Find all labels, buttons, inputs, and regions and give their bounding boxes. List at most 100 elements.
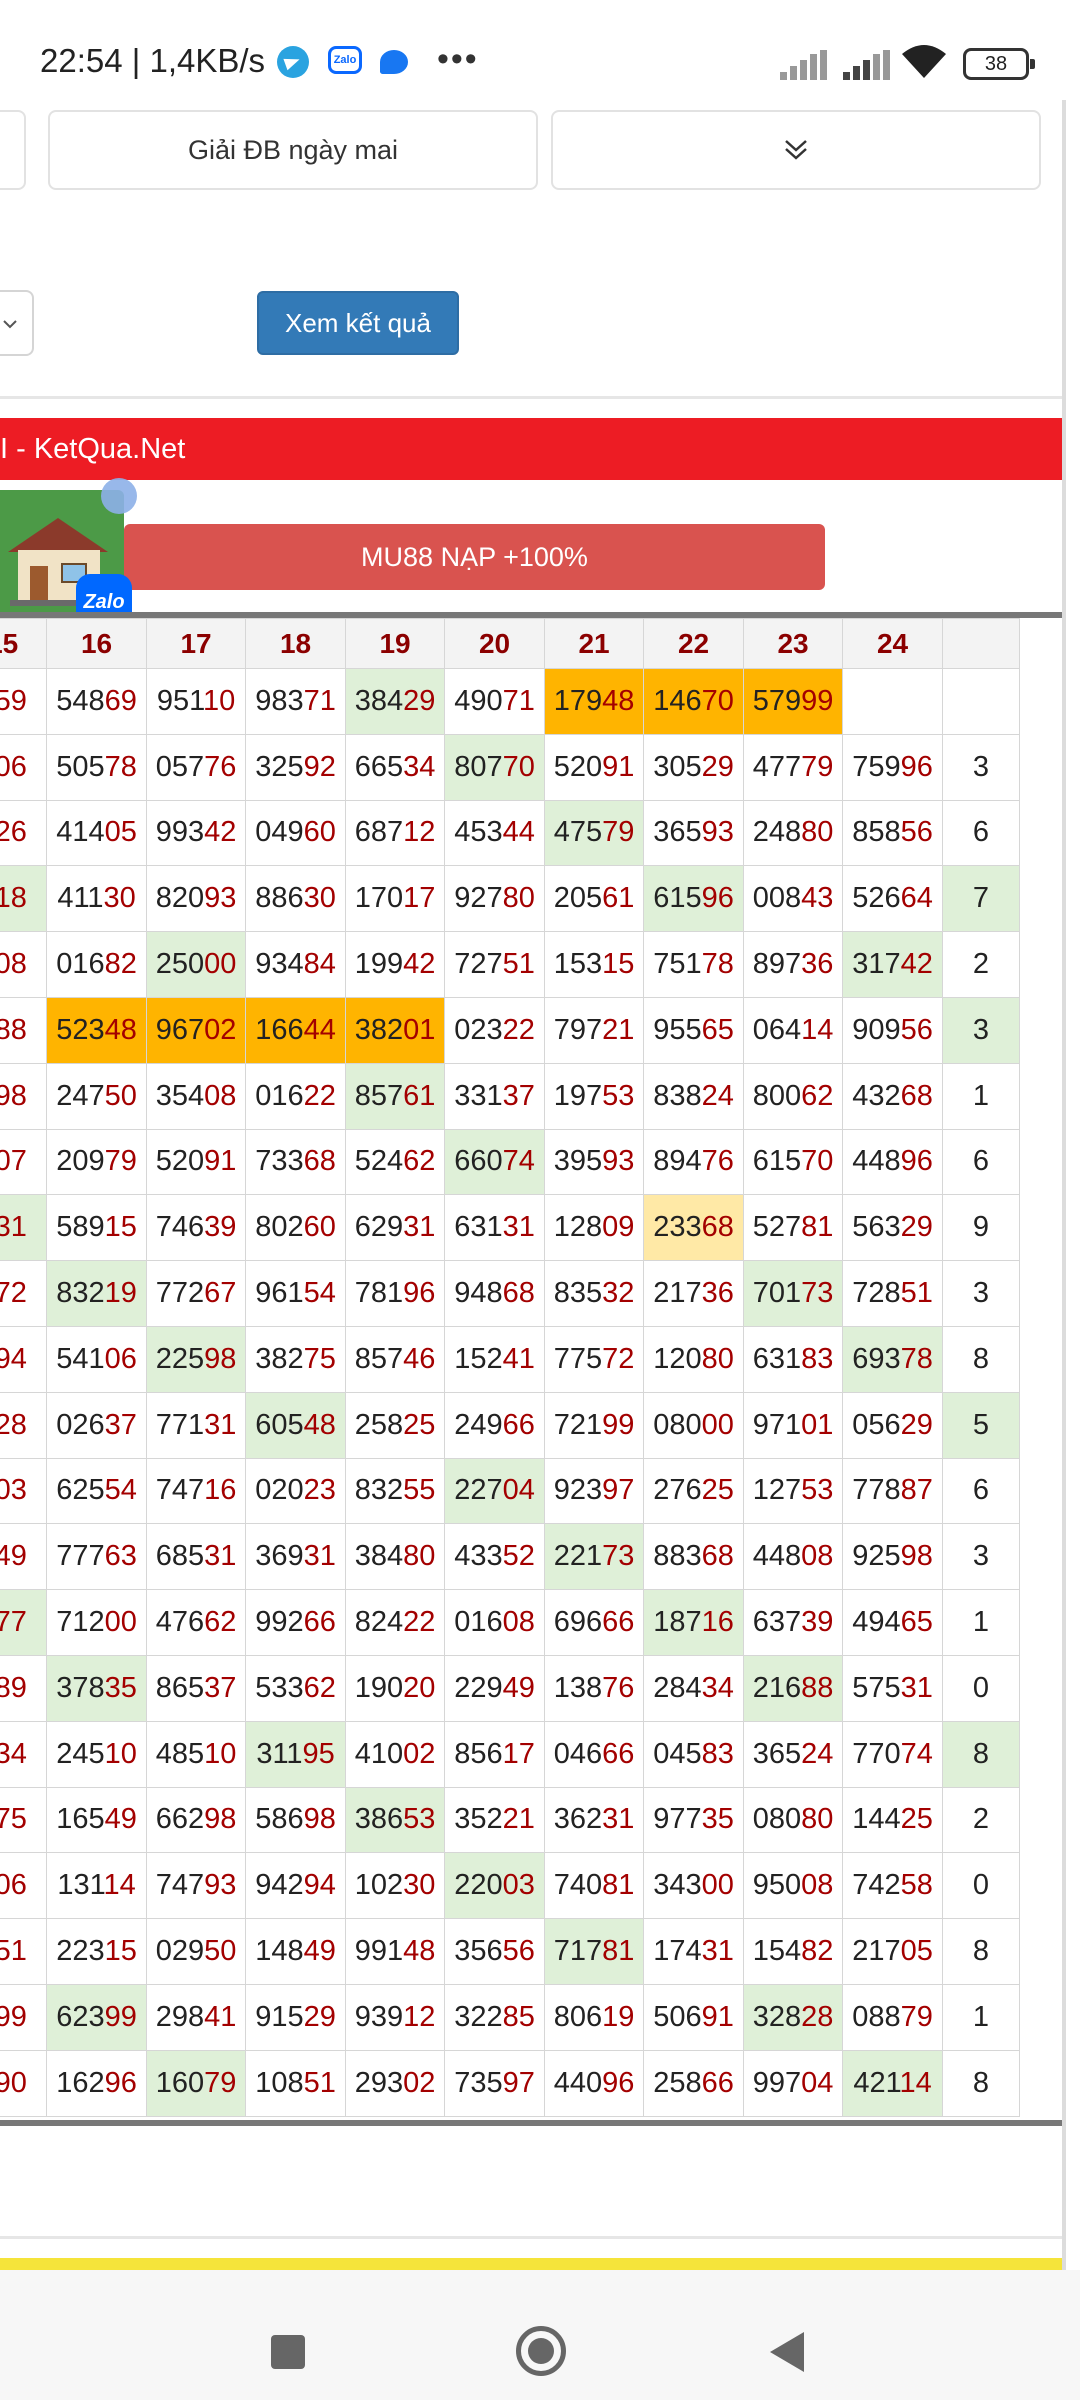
table-row: 6996239929841915299391232285806195069132… bbox=[0, 1983, 1021, 2051]
table-cell: 1 bbox=[941, 1062, 1021, 1130]
table-cell: 80260 bbox=[245, 1194, 346, 1262]
table-cell: 47662 bbox=[145, 1589, 247, 1656]
table-row: 5036255474716020238325522704923972762512… bbox=[0, 1457, 1021, 1525]
table-row: 9342451048510311954100285617046660458336… bbox=[0, 1720, 1021, 1788]
table-row: 2893783586537533621902022949138762843421… bbox=[0, 1654, 1021, 1722]
table-cell: 35656 bbox=[444, 1918, 545, 1985]
table-cell: 977 bbox=[0, 1589, 48, 1656]
table-cell: 61570 bbox=[742, 1128, 844, 1196]
table-cell: 52091 bbox=[543, 733, 645, 801]
table-cell: 45344 bbox=[444, 799, 545, 867]
table-cell: 22949 bbox=[444, 1654, 545, 1722]
floating-handle[interactable] bbox=[101, 478, 137, 514]
table-cell: 31742 bbox=[842, 931, 943, 998]
table-cell: 44096 bbox=[543, 2049, 645, 2117]
table-cell: 96702 bbox=[145, 996, 247, 1064]
table-cell: 16079 bbox=[145, 2049, 247, 2117]
table-cell: 83219 bbox=[46, 1260, 147, 1327]
table-cell: 33137 bbox=[444, 1062, 545, 1130]
column-header: 23 bbox=[742, 618, 844, 669]
promo-banner-button[interactable]: MU88 NẠP +100% bbox=[124, 524, 825, 590]
table-cell: 2 bbox=[941, 931, 1021, 998]
table-cell: 92598 bbox=[842, 1523, 943, 1591]
column-header: 17 bbox=[145, 618, 247, 669]
table-cell: 9 bbox=[941, 1194, 1021, 1262]
table-cell: 15315 bbox=[543, 931, 645, 998]
table-cell: 0 bbox=[941, 1654, 1021, 1722]
table-cell: 41130 bbox=[46, 865, 147, 933]
table-cell: 38480 bbox=[344, 1523, 446, 1591]
table-cell: 01622 bbox=[245, 1062, 346, 1130]
table-cell: 83255 bbox=[344, 1457, 446, 1525]
table-cell: 63131 bbox=[444, 1194, 545, 1262]
table-cell: 83532 bbox=[543, 1260, 645, 1327]
table-cell: 02023 bbox=[245, 1457, 346, 1525]
status-bar: 22:54 | 1,4KB/s Zalo ••• 38 bbox=[0, 0, 1080, 100]
back-icon[interactable] bbox=[770, 2332, 804, 2372]
table-cell: 72199 bbox=[543, 1391, 645, 1459]
home-icon[interactable] bbox=[516, 2326, 566, 2376]
table-cell: 69378 bbox=[842, 1325, 943, 1393]
table-cell: 00843 bbox=[742, 865, 844, 933]
table-cell: 99704 bbox=[742, 2049, 844, 2117]
table-cell: 77131 bbox=[145, 1391, 247, 1459]
signal-icon bbox=[843, 50, 890, 80]
table-cell: 57999 bbox=[742, 668, 844, 735]
table-cell: 22704 bbox=[444, 1457, 545, 1525]
table-cell: 506 bbox=[0, 1852, 48, 1920]
table-cell: 50691 bbox=[643, 1983, 744, 2051]
table-cell: 24966 bbox=[444, 1391, 545, 1459]
table-cell: 21705 bbox=[842, 1918, 943, 1985]
table-cell: 77763 bbox=[46, 1523, 147, 1591]
table-cell: 44808 bbox=[742, 1523, 844, 1591]
table-cell: 29302 bbox=[344, 2049, 446, 2117]
zalo-icon: Zalo bbox=[328, 46, 362, 74]
table-cell: 05629 bbox=[842, 1391, 943, 1459]
table-cell: 91529 bbox=[245, 1983, 346, 2051]
table-cell: 56329 bbox=[842, 1194, 943, 1262]
table-cell: 006 bbox=[0, 733, 48, 801]
recent-apps-icon[interactable] bbox=[271, 2335, 305, 2369]
table-cell: 73597 bbox=[444, 2049, 545, 2117]
table-cell: 0 bbox=[941, 1852, 1021, 1920]
table-cell: 74258 bbox=[842, 1852, 943, 1920]
messenger-icon bbox=[380, 50, 408, 74]
table-cell: 36524 bbox=[742, 1720, 844, 1788]
table-cell: 36931 bbox=[245, 1523, 346, 1591]
view-results-button[interactable]: Xem kết quả bbox=[257, 291, 459, 355]
table-cell: 20561 bbox=[543, 865, 645, 933]
table-cell: 89736 bbox=[742, 931, 844, 998]
wifi-icon bbox=[902, 45, 946, 78]
table-cell: 86537 bbox=[145, 1654, 247, 1722]
table-cell: 16644 bbox=[245, 996, 346, 1064]
results-table: 15161718192021222324 8595486995110983713… bbox=[0, 612, 1062, 2126]
select-dropdown[interactable] bbox=[0, 290, 34, 356]
table-cell: 01682 bbox=[46, 931, 147, 998]
column-header: 16 bbox=[46, 618, 147, 669]
table-cell: 52664 bbox=[842, 865, 943, 933]
table-cell: 95565 bbox=[643, 996, 744, 1064]
table-cell: 19753 bbox=[543, 1062, 645, 1130]
table-cell: 77267 bbox=[145, 1260, 247, 1327]
table-cell: 25825 bbox=[344, 1391, 446, 1459]
next-day-prize-option[interactable]: Giải ĐB ngày mai bbox=[48, 110, 538, 190]
table-cell: 289 bbox=[0, 1654, 48, 1722]
column-header: 21 bbox=[543, 618, 645, 669]
table-cell: 04583 bbox=[643, 1720, 744, 1788]
option-box-left[interactable] bbox=[0, 110, 26, 190]
table-cell: 38275 bbox=[245, 1325, 346, 1393]
table-cell: 77572 bbox=[543, 1325, 645, 1393]
table-cell: 1 bbox=[941, 1589, 1021, 1656]
table-bottom-border bbox=[0, 2120, 1062, 2126]
table-cell: 01608 bbox=[444, 1589, 545, 1656]
table-row: 8885234896702166443820102322797219556506… bbox=[0, 996, 1021, 1064]
table-cell: 1 bbox=[941, 1983, 1021, 2051]
table-cell: 58915 bbox=[46, 1194, 147, 1262]
table-cell: 71781 bbox=[543, 1918, 645, 1985]
table-row: 8595486995110983713842949071179481467057… bbox=[0, 668, 1021, 735]
table-cell: 75178 bbox=[643, 931, 744, 998]
expand-options-button[interactable] bbox=[551, 110, 1041, 190]
table-cell: 208 bbox=[0, 931, 48, 998]
table-cell: 24880 bbox=[742, 799, 844, 867]
next-day-prize-label: Giải ĐB ngày mai bbox=[187, 134, 399, 165]
